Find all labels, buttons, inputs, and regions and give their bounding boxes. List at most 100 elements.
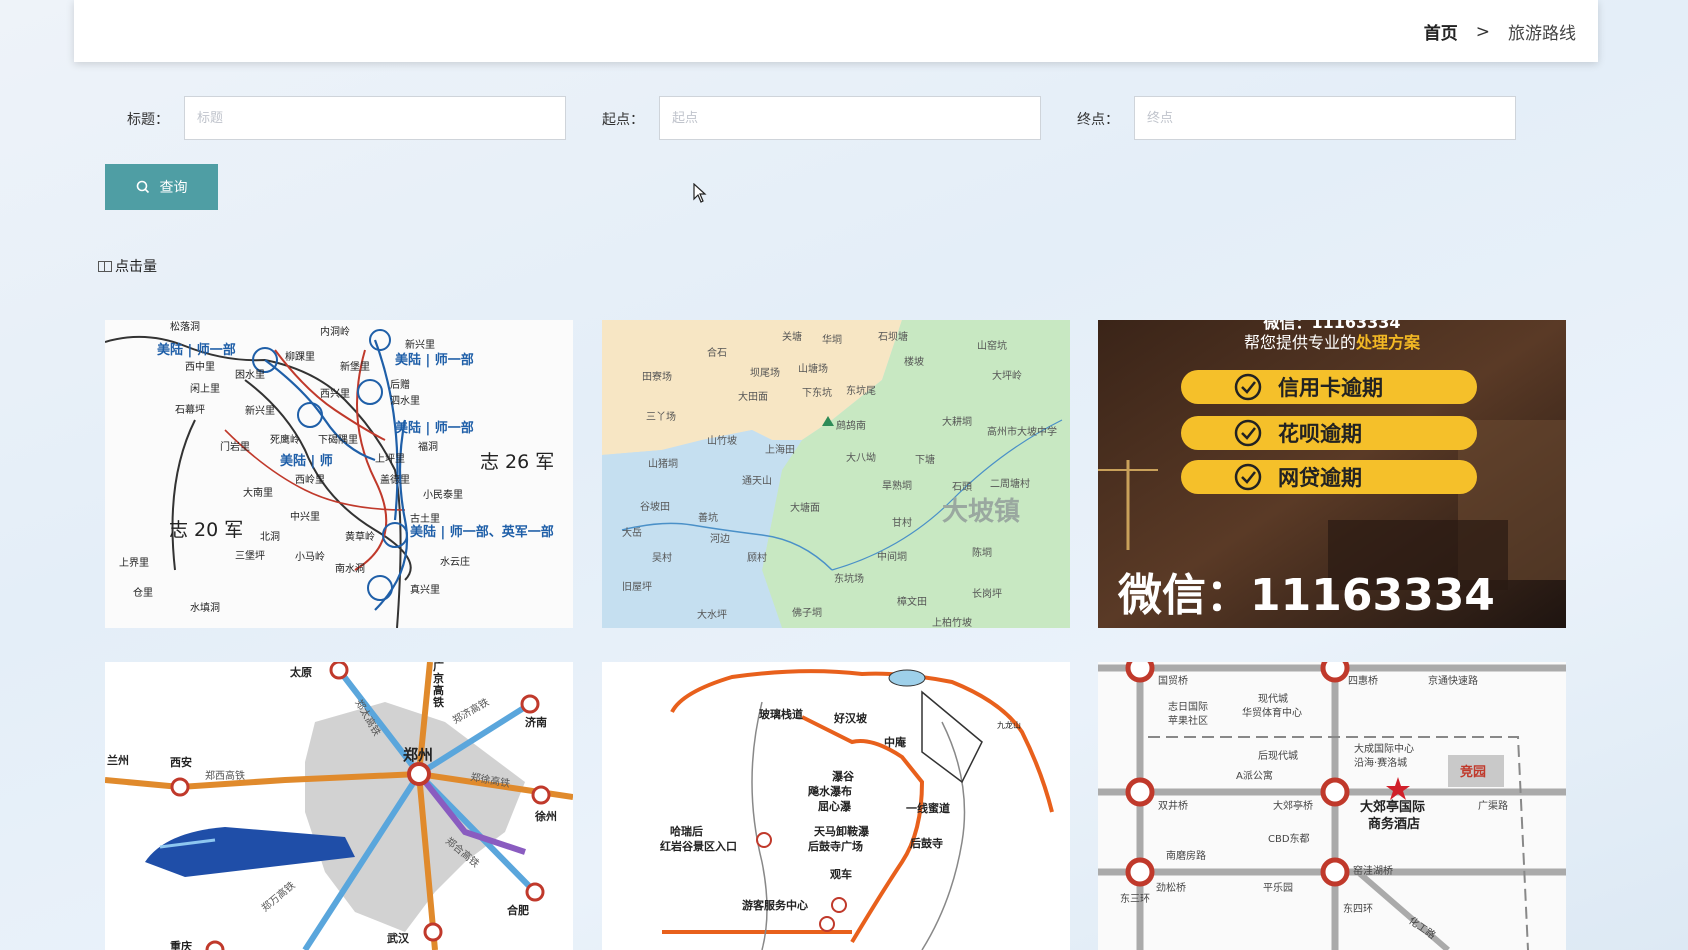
ad-subtitle-highlight: 处理方案	[1355, 333, 1421, 352]
map-label: 大坪岭	[992, 369, 1022, 382]
map-label: 西兴里	[320, 388, 350, 400]
map-label: 二周塘村	[990, 477, 1030, 490]
ad-item: 花呗逾期	[1278, 422, 1362, 446]
map-label: 松落洞	[170, 320, 200, 333]
map-label: 闲上里	[190, 382, 220, 395]
map-label: 大郊亭国际	[1360, 799, 1425, 815]
map-label: 吴村	[652, 551, 672, 564]
map-label: 志日国际	[1168, 700, 1208, 713]
map-label: 中间垌	[877, 550, 907, 563]
map-label: 山塘场	[798, 362, 828, 375]
map-label: 陈垌	[972, 546, 992, 559]
sort-icon	[98, 260, 112, 272]
map-label: 后鼓寺广场	[808, 839, 863, 853]
map-label: 国贸桥	[1158, 675, 1188, 687]
map-label: 合石	[707, 346, 727, 359]
query-button-label: 查询	[159, 180, 188, 196]
map-label: 柳踝里	[285, 350, 315, 363]
map-label: 甘村	[892, 516, 912, 529]
breadcrumb: 首页 > 旅游路线	[1424, 19, 1576, 45]
map-label: 游客服务中心	[742, 898, 808, 912]
map-label: 华贸体育中心	[1242, 706, 1302, 719]
map-label: 重庆	[170, 939, 192, 950]
map-label: 东坑尾	[846, 384, 876, 397]
map-label: 福洞	[418, 440, 438, 453]
route-card-2-image: 关塘 华垌 石坝塘 合石 山窑坑 田寮场 坝尾场 山塘场 楼坡 大坪岭 大田面 …	[602, 320, 1070, 628]
map-label: 窑洼湖桥	[1353, 864, 1393, 877]
map-label: 合肥	[507, 903, 529, 917]
ad-subtitle: 帮您提供专业的	[1244, 333, 1356, 352]
route-card-3[interactable]: 微信：11163334 帮您提供专业的处理方案 信用卡逾期 花呗逾期 网贷逾期 …	[1098, 320, 1566, 628]
route-card-6-image: 国贸桥 四惠桥 京通快速路 志日国际 苹果社区 现代城 华贸体育中心 后现代城 …	[1098, 662, 1566, 950]
map-label: 武汉	[387, 931, 410, 945]
route-card-2[interactable]: 关塘 华垌 石坝塘 合石 山窑坑 田寮场 坝尾场 山塘场 楼坡 大坪岭 大田面 …	[602, 320, 1070, 628]
map-label: 华垌	[822, 333, 842, 346]
map-label: 石頭	[952, 481, 972, 493]
map-label: 新堡里	[340, 360, 370, 373]
map-label: 困水里	[235, 369, 265, 381]
map-label: 哈瑞后	[670, 824, 703, 838]
map-label: 善坑	[698, 511, 718, 524]
map-label: 京通快速路	[1428, 674, 1478, 687]
map-label: 大八坳	[846, 451, 876, 464]
map-label: 双井桥	[1158, 799, 1188, 812]
map-label: 太原	[289, 665, 312, 679]
ad-item: 网贷逾期	[1278, 466, 1362, 490]
map-label: 广渠路	[1478, 799, 1508, 812]
map-label: 三堡坪	[235, 549, 265, 562]
map-label: 鹧鸪南	[836, 419, 866, 432]
route-card-4[interactable]: 太原 广 京 高 铁 济南 兰州 西安 徐州 合肥 武汉 重庆 郑州 郑太高铁 …	[105, 662, 573, 950]
route-card-6[interactable]: 国贸桥 四惠桥 京通快速路 志日国际 苹果社区 现代城 华贸体育中心 后现代城 …	[1098, 662, 1566, 950]
route-card-5[interactable]: 玻璃栈道 好汉坡 中庵 瀑谷 飚水瀑布 屈心瀑 一线蜜道 哈瑞后 红岩谷景区入口…	[602, 662, 1070, 950]
sort-label-text: 点击量	[115, 259, 157, 275]
map-label: 志 26 军	[480, 451, 554, 473]
query-button[interactable]: 查询	[105, 164, 218, 210]
map-label: 屈心瀑	[818, 799, 852, 813]
map-label: 飚水瀑布	[808, 784, 852, 798]
map-label: 长岗坪	[972, 587, 1002, 600]
title-filter-input[interactable]	[184, 96, 566, 140]
route-card-1[interactable]: 松落洞 内洞岭 新兴里 柳踝里 西中里 困水里 新堡里 后赠 闲上里 泗水里 石…	[105, 320, 573, 628]
map-label: 南磨房路	[1166, 849, 1206, 862]
map-label: 水云庄	[440, 555, 470, 568]
map-label: 古土里	[410, 512, 440, 525]
map-label: 盖德里	[380, 473, 410, 486]
map-label: 中兴里	[290, 510, 320, 523]
map-label: 上坪里	[375, 452, 405, 465]
map-label: 山窑坑	[977, 339, 1007, 352]
map-label: 大岳	[622, 526, 642, 539]
map-label: 下碣隅里	[318, 434, 358, 446]
map-label: 新兴里	[245, 404, 275, 417]
breadcrumb-home-link[interactable]: 首页	[1424, 19, 1458, 44]
map-label: 美陆 | 师一部	[395, 352, 474, 368]
map-label: 山猪垌	[648, 457, 678, 470]
map-label: 大成国际中心	[1354, 742, 1414, 755]
map-label: 天马卸鞍瀑	[814, 824, 870, 838]
map-label: 四惠桥	[1348, 674, 1378, 687]
start-filter-input[interactable]	[659, 96, 1041, 140]
sort-by-clicks[interactable]: 点击量	[98, 256, 157, 276]
map-label: 下东坑	[802, 386, 832, 399]
end-filter-input[interactable]	[1134, 96, 1516, 140]
map-label: 东四环	[1343, 902, 1373, 915]
map-label: 佛子垌	[792, 606, 822, 619]
map-label: 旧屋坪	[622, 580, 652, 593]
map-label: 仓里	[133, 586, 153, 599]
end-filter-label: 终点：	[1077, 112, 1119, 128]
route-card-4-image: 太原 广 京 高 铁 济南 兰州 西安 徐州 合肥 武汉 重庆 郑州 郑太高铁 …	[105, 662, 573, 950]
map-label: 观车	[830, 867, 852, 881]
map-label: 上海田	[765, 443, 795, 456]
map-label: 美陆 | 师一部	[157, 342, 236, 358]
map-label: 高州市大坡中学	[987, 425, 1057, 438]
map-label: 中庵	[884, 735, 907, 749]
map-label: 水填洞	[190, 601, 220, 614]
map-label: 东三环	[1120, 892, 1150, 905]
map-label: 竞园	[1460, 764, 1486, 780]
map-label: 下塘	[915, 453, 935, 466]
start-filter-label: 起点：	[602, 112, 644, 128]
route-card-1-image: 松落洞 内洞岭 新兴里 柳踝里 西中里 困水里 新堡里 后赠 闲上里 泗水里 石…	[105, 320, 573, 628]
map-label: 京	[433, 671, 444, 685]
ad-top-text: 微信：11163334	[1262, 320, 1400, 332]
map-label: 内洞岭	[320, 325, 350, 338]
map-label: 大坡镇	[942, 497, 1020, 527]
